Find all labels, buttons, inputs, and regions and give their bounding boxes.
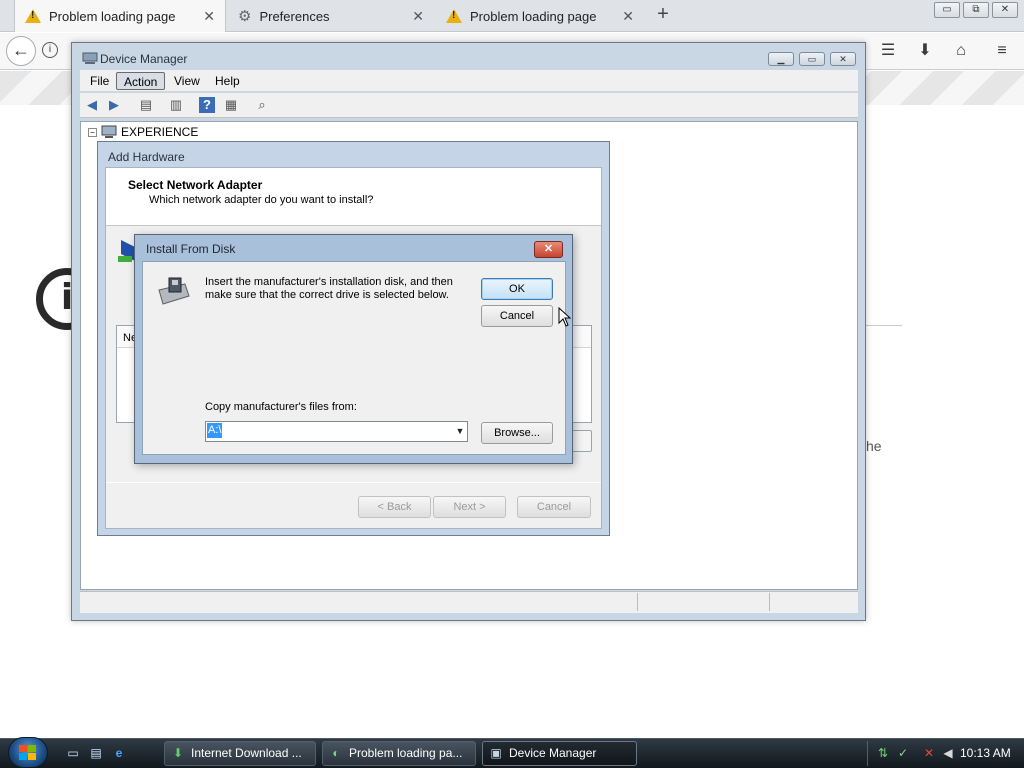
site-info-icon[interactable]: i xyxy=(42,42,58,58)
tab-close-icon[interactable]: ✕ xyxy=(622,8,634,25)
dm-minimize-button[interactable]: ▁ xyxy=(768,52,794,66)
back-button[interactable]: ← xyxy=(6,36,36,66)
install-from-disk-title: Install From Disk xyxy=(146,242,236,256)
ok-button[interactable]: OK xyxy=(481,278,553,300)
device-manager-task-icon: ▣ xyxy=(490,746,502,760)
tab-label: Preferences xyxy=(259,8,330,24)
install-message: Insert the manufacturer's installation d… xyxy=(205,276,453,301)
taskbar-clock[interactable]: 10:13 AM xyxy=(960,746,1011,760)
windows-logo-icon xyxy=(19,745,36,760)
volume-icon[interactable]: ◀ xyxy=(940,745,956,761)
menu-action[interactable]: Action xyxy=(116,72,166,90)
dm-close-button[interactable]: ✕ xyxy=(830,52,856,66)
device-manager-title: Device Manager xyxy=(100,52,188,66)
back-button[interactable]: < Back xyxy=(358,496,431,518)
cancel-button[interactable]: Cancel xyxy=(517,496,591,518)
download-manager-icon: ⬇ xyxy=(172,746,184,760)
task-label: Internet Download ... xyxy=(191,746,302,760)
menu-view[interactable]: View xyxy=(167,72,207,90)
status-separator xyxy=(637,593,638,611)
help-icon[interactable]: ? xyxy=(199,97,215,113)
gear-icon: ⚙ xyxy=(238,8,252,25)
task-label: Problem loading pa... xyxy=(349,746,463,760)
properties-icon[interactable]: ▥ xyxy=(168,97,184,113)
floppy-drive-icon xyxy=(158,277,190,305)
show-desktop-icon[interactable]: ▭ xyxy=(65,745,81,761)
scan-hardware-icon[interactable]: ⌕ xyxy=(254,97,270,113)
tab-close-icon[interactable]: ✕ xyxy=(203,8,215,25)
add-hardware-heading: Select Network Adapter xyxy=(128,178,263,192)
add-hardware-title: Add Hardware xyxy=(108,150,185,164)
tab-label: Problem loading page xyxy=(49,8,176,24)
error-divider xyxy=(866,325,902,326)
browser-restore-button[interactable]: ⧉ xyxy=(963,2,989,18)
tree-root-label: EXPERIENCE xyxy=(121,125,199,139)
new-tab-button[interactable]: + xyxy=(652,3,674,26)
status-separator xyxy=(769,593,770,611)
browse-button[interactable]: Browse... xyxy=(481,422,553,444)
taskbar-internet-download[interactable]: Internet Download ... xyxy=(164,741,316,766)
collapse-icon[interactable]: − xyxy=(88,127,97,137)
tab-problem-loading-2[interactable]: Problem loading page ✕ xyxy=(436,0,644,32)
tray-separator xyxy=(867,741,868,766)
copy-from-label: Copy manufacturer's files from: xyxy=(205,401,357,413)
menu-help[interactable]: Help xyxy=(208,72,247,90)
tab-label: Problem loading page xyxy=(470,8,597,24)
menu-hamburger-icon[interactable]: ≡ xyxy=(991,40,1013,62)
reader-list-icon[interactable]: ☰ xyxy=(877,40,899,62)
tab-problem-loading-1[interactable]: Problem loading page ✕ xyxy=(14,0,226,32)
back-arrow-icon: ← xyxy=(12,40,30,60)
view-icon[interactable]: ▦ xyxy=(223,97,239,113)
install-close-button[interactable]: ✕ xyxy=(534,241,563,258)
show-hide-tree-icon[interactable]: ▤ xyxy=(138,97,154,113)
back-arrow-icon[interactable]: ◀ xyxy=(84,97,100,113)
network-tray-icon[interactable]: ⇅ xyxy=(875,745,891,761)
browser-task-icon: ◐ xyxy=(332,746,340,760)
tab-preferences[interactable]: ⚙ Preferences ✕ xyxy=(228,0,434,32)
internet-explorer-icon[interactable]: e xyxy=(111,745,127,761)
download-tray-icon[interactable]: ✓ xyxy=(895,745,911,761)
computer-icon xyxy=(101,125,117,138)
add-hardware-subheading: Which network adapter do you want to ins… xyxy=(149,194,374,206)
dm-toolbar xyxy=(80,93,858,118)
forward-arrow-icon[interactable]: ▶ xyxy=(106,97,122,113)
cancel-button[interactable]: Cancel xyxy=(481,305,553,327)
browser-close-button[interactable]: ✕ xyxy=(992,2,1018,18)
tab-close-icon[interactable]: ✕ xyxy=(412,8,424,25)
chevron-down-icon[interactable]: ▼ xyxy=(453,421,467,442)
warning-icon xyxy=(446,9,462,23)
device-manager-icon xyxy=(82,52,98,64)
menu-file[interactable]: File xyxy=(83,72,116,90)
next-button[interactable]: Next > xyxy=(433,496,506,518)
downloads-icon[interactable]: ⬇ xyxy=(914,40,936,62)
footer-divider xyxy=(106,482,601,483)
browser-minimize-button[interactable]: ▭ xyxy=(934,2,960,18)
taskbar-device-manager[interactable]: Device Manager xyxy=(482,741,637,766)
warning-icon xyxy=(25,9,41,23)
error-text-fragment: he xyxy=(866,438,882,454)
tree-root-node[interactable]: − EXPERIENCE xyxy=(88,125,198,139)
home-icon[interactable]: ⌂ xyxy=(950,40,972,62)
dm-maximize-button[interactable]: ▭ xyxy=(799,52,825,66)
task-label: Device Manager xyxy=(509,746,597,760)
path-selected-value[interactable]: A:\ xyxy=(207,423,223,438)
copy-from-path-combobox[interactable] xyxy=(205,421,468,442)
switch-windows-icon[interactable]: ▤ xyxy=(88,745,104,761)
taskbar-problem-loading[interactable]: Problem loading pa... xyxy=(322,741,476,766)
dm-status-bar xyxy=(80,591,858,613)
network-disconnected-icon[interactable]: ✕ xyxy=(921,745,937,761)
mouse-pointer-icon xyxy=(558,307,572,327)
